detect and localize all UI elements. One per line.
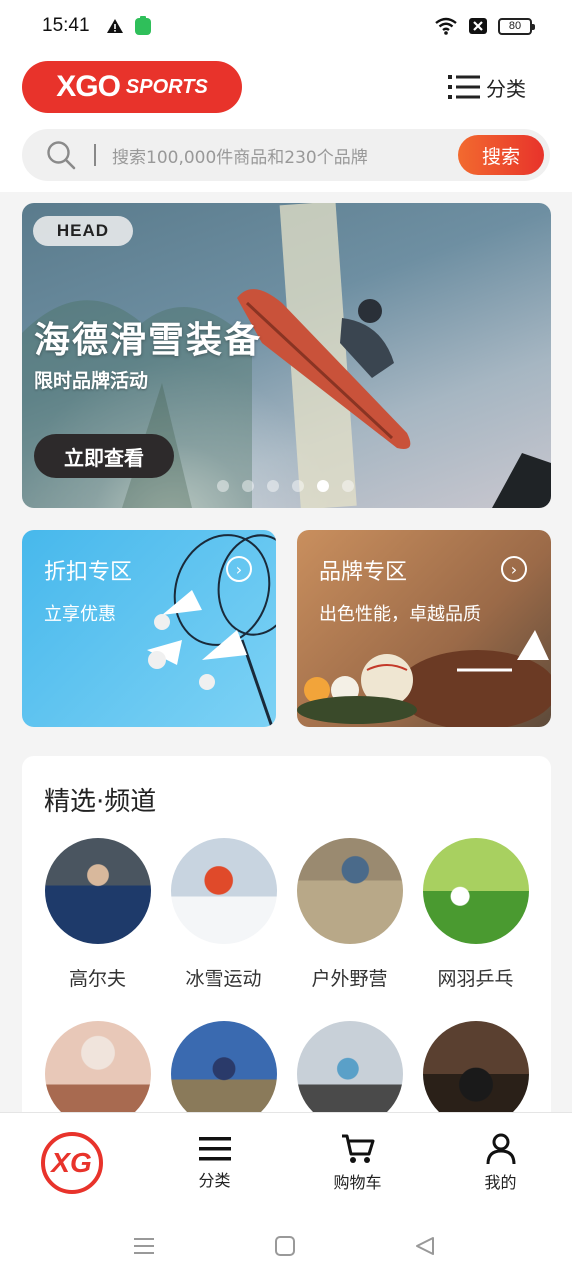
home-square-icon[interactable]: [274, 1235, 296, 1257]
discount-zone-subtitle: 立享优惠: [44, 604, 116, 625]
search-icon: [47, 141, 76, 170]
category-menu-label: 分类: [486, 76, 526, 101]
user-icon: [486, 1133, 515, 1164]
banner-dot[interactable]: [292, 480, 304, 492]
app-logo[interactable]: XGO SPORTS: [22, 61, 242, 113]
channel-golf[interactable]: 高尔夫: [44, 838, 151, 991]
search-placeholder: 搜索100,000件商品和230个品牌: [112, 147, 368, 168]
golf-image: [44, 838, 151, 944]
brand-zone-card[interactable]: 品牌专区 出色性能，卓越品质 ›: [297, 530, 551, 727]
app-notification-icon: [134, 16, 151, 35]
logo-sub-text: SPORTS: [125, 75, 208, 98]
hamburger-icon: [198, 1136, 231, 1160]
status-notification-icons: [106, 16, 152, 36]
back-triangle-icon[interactable]: [414, 1235, 436, 1257]
camping-image: [296, 838, 403, 944]
banner-view-now-button[interactable]: 立即查看: [34, 434, 174, 478]
channels-title: 精选·频道: [44, 787, 157, 817]
chevron-right-icon: ›: [501, 556, 527, 582]
tab-category[interactable]: 分类: [143, 1113, 286, 1212]
banner-pagination: [217, 480, 354, 492]
bottom-tab-bar: XG 分类 购物车 我的: [0, 1112, 572, 1212]
channel-label: 高尔夫: [68, 968, 126, 990]
channel-label: 冰雪运动: [185, 968, 262, 990]
banner-title: 海德滑雪装备: [34, 320, 263, 361]
chevron-right-icon: ›: [226, 556, 252, 582]
app-header: XGO SPORTS 分类: [0, 52, 572, 122]
tab-home[interactable]: XG: [0, 1113, 143, 1212]
banner-subtitle: 限时品牌活动: [34, 370, 149, 392]
logo-main-text: XGO: [56, 70, 121, 103]
system-navigation-bar: [0, 1212, 572, 1280]
banner-dot[interactable]: [267, 480, 279, 492]
search-divider: [94, 144, 96, 166]
channel-racket-sports[interactable]: 网羽乒乓: [422, 838, 529, 991]
shopping-cart-icon: [341, 1134, 374, 1163]
channel-label: 户外野营: [311, 968, 388, 990]
channel-grid: 高尔夫 冰雪运动 户外野营 网羽乒乓: [44, 838, 530, 1127]
banner-brand-badge: HEAD: [33, 216, 133, 246]
brand-zone-title: 品牌专区: [319, 560, 408, 585]
banner-dot[interactable]: [342, 480, 354, 492]
banner-dot[interactable]: [242, 480, 254, 492]
status-system-icons: 80: [434, 17, 535, 35]
channel-outdoor-camping[interactable]: 户外野营: [296, 838, 403, 991]
hero-banner[interactable]: HEAD 海德滑雪装备 限时品牌活动 立即查看: [22, 203, 551, 508]
brand-zone-subtitle: 出色性能，卓越品质: [319, 604, 481, 625]
list-menu-icon: [448, 75, 480, 99]
banner-dot-active[interactable]: [317, 480, 329, 492]
tab-label: 我的: [484, 1172, 517, 1192]
tab-profile[interactable]: 我的: [429, 1113, 572, 1212]
banner-dot[interactable]: [217, 480, 229, 492]
search-section: 搜索100,000件商品和230个品牌 搜索: [0, 122, 572, 192]
home-logo-icon: XG: [40, 1131, 103, 1194]
channel-label: 网羽乒乓: [437, 968, 514, 990]
search-input[interactable]: 搜索100,000件商品和230个品牌 搜索: [22, 129, 550, 181]
discount-zone-title: 折扣专区: [44, 560, 133, 585]
skiing-image: [170, 838, 277, 944]
status-bar: 15:41 80: [0, 0, 572, 52]
badminton-court-image: [422, 838, 529, 944]
channel-snow-sports[interactable]: 冰雪运动: [170, 838, 277, 991]
tab-label: 分类: [198, 1170, 231, 1190]
warning-icon: [106, 19, 123, 33]
status-time: 15:41: [42, 15, 90, 36]
category-menu-button[interactable]: 分类: [448, 73, 526, 102]
wifi-icon: [435, 17, 457, 35]
tab-cart[interactable]: 购物车: [286, 1113, 429, 1212]
tab-label: 购物车: [333, 1172, 382, 1192]
battery-icon: 80: [498, 17, 535, 35]
search-button[interactable]: 搜索: [458, 135, 544, 175]
sim-off-icon: [469, 18, 487, 34]
discount-zone-card[interactable]: 折扣专区 立享优惠 ›: [22, 530, 276, 727]
recent-apps-icon[interactable]: [133, 1236, 155, 1256]
